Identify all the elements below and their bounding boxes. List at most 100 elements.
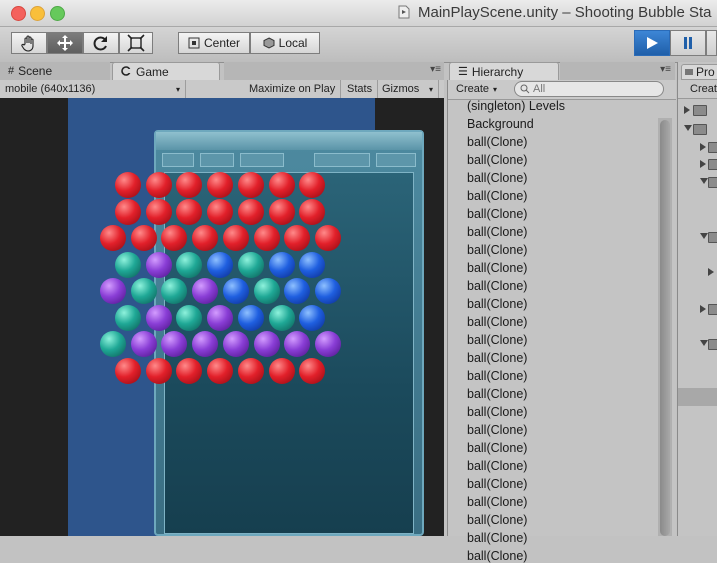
folder-icon	[708, 339, 717, 350]
red-bubble	[145, 172, 172, 198]
move-tool-button[interactable]	[47, 32, 83, 54]
hierarchy-item[interactable]: ball(Clone)	[467, 531, 527, 545]
teal-bubble	[100, 331, 126, 357]
hierarchy-item[interactable]: ball(Clone)	[467, 135, 527, 149]
purple-bubble	[314, 331, 341, 357]
project-create-button[interactable]: Creat	[678, 80, 717, 99]
hierarchy-item[interactable]: ball(Clone)	[467, 369, 527, 383]
hierarchy-item[interactable]: ball(Clone)	[467, 459, 527, 473]
hierarchy-item[interactable]: ball(Clone)	[467, 297, 527, 311]
hierarchy-item[interactable]: Background	[467, 117, 534, 131]
hand-tool-button[interactable]	[11, 32, 47, 54]
collapse-arrow-icon[interactable]	[700, 340, 708, 346]
rotate-icon	[93, 36, 107, 51]
hand-icon	[21, 35, 34, 52]
hierarchy-item[interactable]: ball(Clone)	[467, 495, 527, 509]
purple-bubble	[192, 331, 219, 357]
tab-hierarchy-label: Hierarchy	[471, 64, 524, 79]
purple-bubble	[207, 304, 234, 331]
zoom-window-button[interactable]	[50, 6, 65, 21]
hierarchy-item[interactable]: ball(Clone)	[467, 441, 527, 455]
create-label: Create	[456, 83, 490, 95]
move-arrows-icon	[57, 35, 73, 51]
hierarchy-item[interactable]: ball(Clone)	[467, 279, 527, 293]
hierarchy-item[interactable]: ball(Clone)	[467, 405, 527, 419]
hierarchy-item[interactable]: ball(Clone)	[467, 243, 527, 257]
blue-bubble	[284, 278, 311, 304]
purple-bubble	[130, 331, 157, 357]
panel-menu-icon[interactable]: ▾≡	[430, 64, 441, 75]
collapse-arrow-icon[interactable]	[700, 178, 708, 184]
hierarchy-item[interactable]: ball(Clone)	[467, 153, 527, 167]
hierarchy-item[interactable]: ball(Clone)	[467, 207, 527, 221]
gizmos-dropdown[interactable]: Gizmos ▾	[377, 80, 439, 98]
step-button[interactable]	[706, 30, 717, 56]
hierarchy-item[interactable]: ball(Clone)	[467, 423, 527, 437]
expand-arrow-icon[interactable]	[684, 106, 690, 114]
selected-row[interactable]	[678, 388, 717, 406]
minimize-window-button[interactable]	[30, 6, 45, 21]
resolution-dropdown[interactable]: mobile (640x1136) ▾	[0, 80, 186, 98]
tab-hierarchy[interactable]: ☰ Hierarchy	[449, 62, 559, 80]
game-view[interactable]	[0, 98, 444, 536]
list-icon: ☰	[458, 66, 468, 78]
red-bubble	[176, 172, 203, 198]
collapse-arrow-icon[interactable]	[684, 125, 692, 131]
red-bubble	[222, 225, 249, 251]
hierarchy-create-button[interactable]: Create ▾	[456, 81, 497, 97]
hierarchy-scrollbar[interactable]	[658, 118, 672, 536]
expand-arrow-icon[interactable]	[700, 305, 706, 313]
stats-toggle[interactable]: Stats	[342, 80, 379, 98]
hierarchy-item[interactable]: ball(Clone)	[467, 315, 527, 329]
expand-arrow-icon[interactable]	[708, 268, 714, 276]
pause-button[interactable]	[670, 30, 706, 56]
pivot-local-toggle[interactable]: Local	[250, 32, 320, 54]
red-bubble	[268, 357, 295, 384]
search-icon	[520, 84, 530, 94]
grid-icon: #	[8, 65, 15, 77]
hierarchy-item[interactable]: ball(Clone)	[467, 387, 527, 401]
folder-icon	[693, 124, 707, 135]
hierarchy-item[interactable]: ball(Clone)	[467, 261, 527, 275]
stats-label: Stats	[347, 83, 373, 95]
close-window-button[interactable]	[11, 6, 26, 21]
red-bubble	[176, 198, 203, 225]
hierarchy-item[interactable]: ball(Clone)	[467, 333, 527, 347]
tab-game[interactable]: Game	[112, 62, 220, 80]
hierarchy-item[interactable]: ball(Clone)	[467, 477, 527, 491]
tab-project[interactable]: Pro	[681, 64, 717, 80]
hierarchy-item[interactable]: ball(Clone)	[467, 189, 527, 203]
gizmos-arrow-icon: ▾	[428, 84, 433, 94]
teal-bubble	[176, 251, 203, 278]
expand-arrow-icon[interactable]	[700, 143, 706, 151]
hierarchy-item[interactable]: ball(Clone)	[467, 351, 527, 365]
hierarchy-menu-icon[interactable]: ▾≡	[660, 64, 671, 75]
maximize-on-play-toggle[interactable]: Maximize on Play	[244, 80, 342, 98]
pause-icon	[684, 37, 692, 49]
tab-scene[interactable]: # Scene	[0, 62, 110, 80]
hierarchy-item[interactable]: (singleton) Levels	[467, 99, 565, 113]
expand-arrow-icon[interactable]	[700, 160, 706, 168]
purple-bubble	[222, 331, 249, 357]
red-bubble	[130, 225, 157, 251]
local-cube-icon	[263, 37, 275, 49]
hierarchy-scroll-thumb[interactable]	[660, 120, 670, 536]
hierarchy-item[interactable]: ball(Clone)	[467, 549, 527, 563]
red-bubble	[192, 225, 219, 251]
blue-bubble	[222, 278, 249, 304]
purple-bubble	[145, 251, 172, 278]
hierarchy-item[interactable]: ball(Clone)	[467, 225, 527, 239]
tab-strip-filler: ▾≡	[224, 62, 444, 80]
play-button[interactable]	[634, 30, 670, 56]
hierarchy-item[interactable]: ball(Clone)	[467, 513, 527, 527]
collapse-arrow-icon[interactable]	[700, 233, 708, 239]
hierarchy-list: (singleton) Levels Background ball(Clone) b…	[448, 99, 658, 563]
hierarchy-search-input[interactable]: All	[514, 81, 664, 97]
dropdown-arrow-icon: ▾	[175, 84, 180, 94]
rotate-tool-button[interactable]	[83, 32, 119, 54]
scale-tool-button[interactable]	[119, 32, 153, 54]
hierarchy-item[interactable]: ball(Clone)	[467, 171, 527, 185]
red-bubble	[237, 357, 264, 384]
pivot-center-toggle[interactable]: Center	[178, 32, 250, 54]
red-bubble	[100, 225, 126, 251]
